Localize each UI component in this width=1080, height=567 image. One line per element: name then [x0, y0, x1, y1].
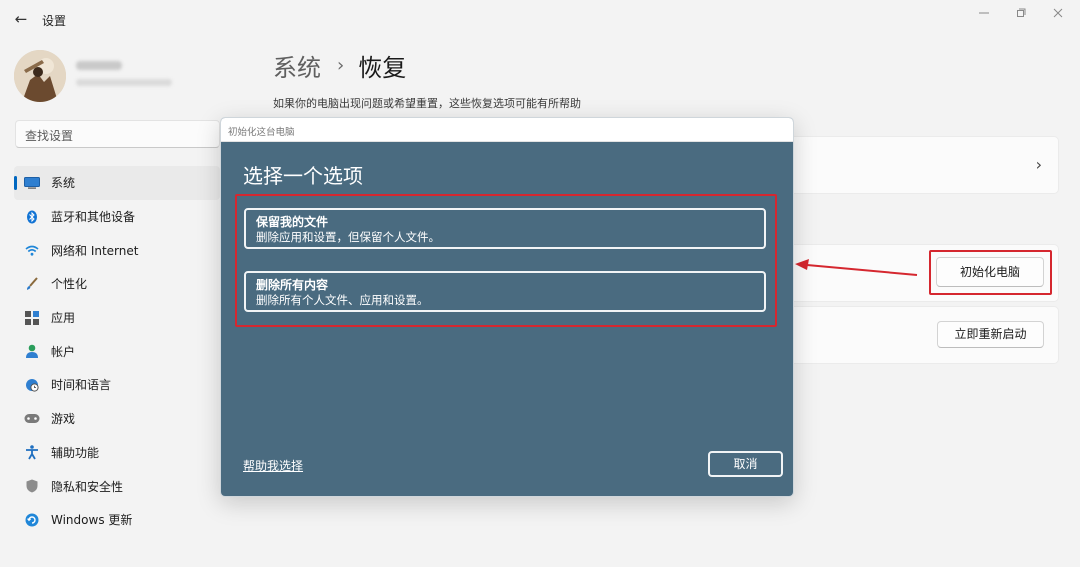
back-arrow-icon[interactable]: ←: [12, 10, 30, 28]
wifi-icon: [24, 242, 40, 258]
sidebar-item-label: 系统: [51, 176, 76, 191]
dialog-title: 初始化这台电脑: [221, 118, 793, 142]
sidebar-item-label: 网络和 Internet: [51, 243, 139, 258]
gamepad-icon: [24, 411, 40, 427]
minimize-icon: [979, 12, 989, 14]
sidebar-item-accessibility[interactable]: 辅助功能: [14, 436, 220, 470]
profile-email-redacted: [76, 79, 172, 86]
sidebar-item-label: Windows 更新: [51, 513, 133, 528]
minimize-button[interactable]: [974, 6, 994, 22]
sidebar-item-time-language[interactable]: 时间和语言: [14, 368, 220, 402]
sidebar-item-label: 帐户: [51, 344, 76, 359]
bluetooth-icon: [24, 209, 40, 225]
dialog-heading: 选择一个选项: [243, 164, 363, 188]
globe-clock-icon: [24, 377, 40, 393]
profile-name-redacted: [76, 61, 122, 70]
sidebar-item-system[interactable]: 系统: [14, 166, 220, 200]
sidebar-item-label: 游戏: [51, 412, 76, 427]
sidebar-item-gaming[interactable]: 游戏: [14, 402, 220, 436]
close-icon: [1053, 8, 1063, 18]
sidebar-item-personalization[interactable]: 个性化: [14, 267, 220, 301]
breadcrumb: 系统 › 恢复: [273, 48, 406, 83]
avatar-photo-icon: [14, 50, 66, 102]
chevron-right-icon: ›: [337, 55, 345, 76]
update-icon: [24, 512, 40, 528]
sidebar-item-accounts[interactable]: 帐户: [14, 334, 220, 368]
annotation-highlight-options: [235, 194, 777, 327]
sidebar-item-bluetooth[interactable]: 蓝牙和其他设备: [14, 200, 220, 234]
account-icon: [24, 343, 40, 359]
cancel-button[interactable]: 取消: [708, 451, 783, 477]
apps-icon: [24, 310, 40, 326]
maximize-button[interactable]: [1011, 6, 1031, 22]
restore-icon: [1017, 8, 1026, 17]
sidebar-item-label: 个性化: [51, 277, 88, 292]
avatar[interactable]: [14, 50, 66, 102]
search-input[interactable]: 查找设置: [15, 120, 220, 148]
restart-now-button[interactable]: 立即重新启动: [937, 321, 1044, 348]
annotation-arrow-icon: [795, 259, 918, 276]
app-title: 设置: [42, 14, 67, 28]
sidebar-item-windows-update[interactable]: Windows 更新: [14, 503, 220, 537]
sidebar-item-network[interactable]: 网络和 Internet: [14, 233, 220, 267]
reset-this-pc-dialog: 初始化这台电脑 选择一个选项 保留我的文件 删除应用和设置，但保留个人文件。 删…: [220, 117, 794, 497]
sidebar-item-label: 时间和语言: [51, 378, 112, 393]
sidebar-item-label: 辅助功能: [51, 445, 100, 460]
sidebar-nav: 系统 蓝牙和其他设备 网络和 Internet 个性化 应用 帐户 时间和语言 …: [14, 166, 220, 537]
accessibility-icon: [24, 444, 40, 460]
chevron-right-icon: ›: [1035, 155, 1042, 174]
page-subtitle: 如果你的电脑出现问题或希望重置，这些恢复选项可能有所帮助: [273, 97, 581, 110]
breadcrumb-parent[interactable]: 系统: [273, 48, 321, 83]
sidebar-item-label: 应用: [51, 311, 76, 326]
help-me-choose-link[interactable]: 帮助我选择: [243, 457, 303, 474]
page-title: 恢复: [358, 54, 407, 82]
sidebar-item-label: 隐私和安全性: [51, 479, 124, 494]
annotation-highlight-reset: [929, 250, 1052, 295]
shield-icon: [24, 478, 40, 494]
system-icon: [24, 175, 40, 191]
close-button[interactable]: [1048, 6, 1068, 22]
sidebar-item-privacy[interactable]: 隐私和安全性: [14, 469, 220, 503]
sidebar-item-label: 蓝牙和其他设备: [51, 210, 136, 225]
brush-icon: [24, 276, 40, 292]
title-bar: ← 设置: [0, 0, 1080, 40]
sidebar-item-apps[interactable]: 应用: [14, 301, 220, 335]
